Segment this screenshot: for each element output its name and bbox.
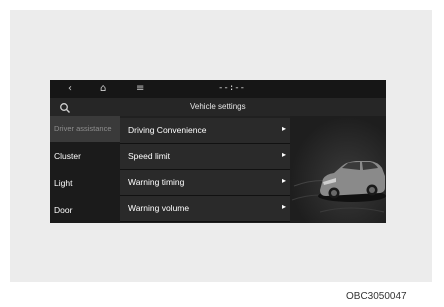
title-bar: Vehicle settings	[50, 98, 386, 116]
menu-item-label: Speed limit	[128, 151, 171, 161]
search-icon[interactable]	[59, 101, 71, 113]
sidebar-item-light[interactable]: Light	[50, 170, 120, 196]
menu-item-speed-limit[interactable]: Speed limit ▸	[120, 144, 290, 170]
sidebar-item-driver-assistance[interactable]: Driver assistance	[50, 116, 120, 142]
home-icon[interactable]: ⌂	[100, 82, 106, 96]
image-code: OBC3050047	[346, 291, 407, 302]
sidebar-item-door[interactable]: Door	[50, 197, 120, 223]
menu-item-warning-timing[interactable]: Warning timing ▸	[120, 170, 290, 196]
menu-item-label: Driving Convenience	[128, 125, 207, 135]
chevron-right-icon: ▸	[281, 124, 286, 133]
status-bar: ‹ ⌂ ≡ --:--	[50, 80, 386, 98]
vehicle-image	[290, 116, 386, 223]
chevron-right-icon: ▸	[281, 202, 286, 211]
menu-item-driving-convenience[interactable]: Driving Convenience ▸	[120, 118, 290, 144]
chevron-right-icon: ▸	[281, 176, 286, 185]
page-title: Vehicle settings	[190, 102, 246, 111]
sidebar-item-cluster[interactable]: Cluster	[50, 143, 120, 169]
car-icon	[291, 161, 386, 213]
back-arrow-icon[interactable]: ‹	[68, 82, 72, 96]
status-center-text: --:--	[218, 83, 246, 93]
chevron-right-icon: ▸	[281, 150, 286, 159]
infotainment-screen: ‹ ⌂ ≡ --:-- Vehicle settings Driver assi…	[50, 80, 386, 223]
menu-item-label: Warning timing	[128, 177, 185, 187]
menu-item-warning-volume[interactable]: Warning volume ▸	[120, 196, 290, 222]
menu-icon[interactable]: ≡	[136, 82, 144, 96]
menu-item-label: Warning volume	[128, 203, 190, 213]
